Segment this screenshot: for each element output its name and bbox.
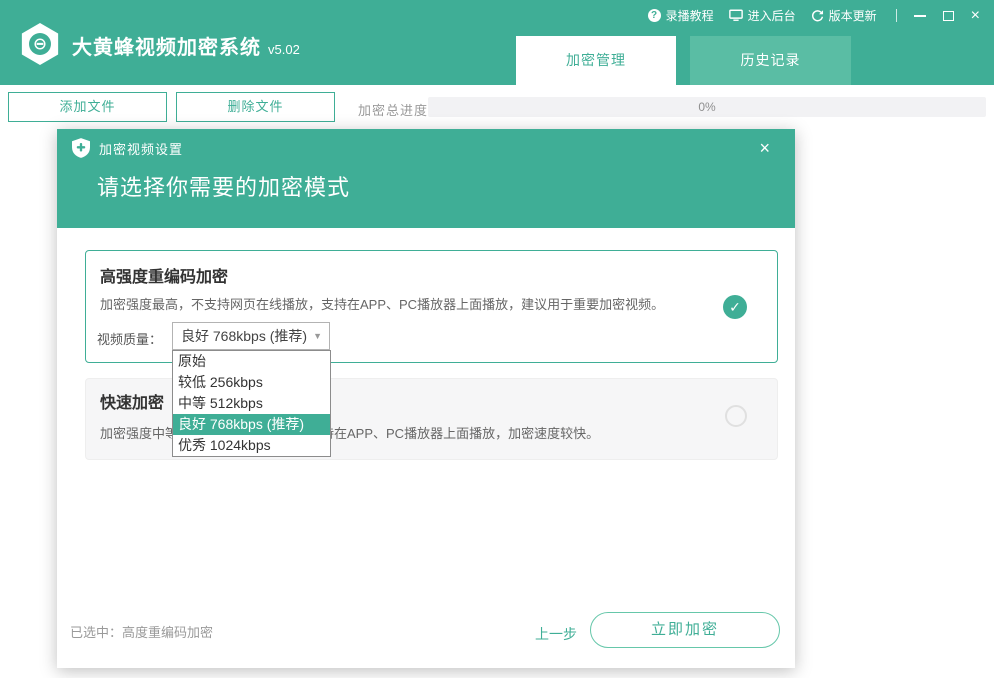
selected-mode-status: 已选中：高度重编码加密 — [70, 622, 213, 641]
minimize-icon[interactable] — [914, 15, 926, 17]
chevron-down-icon: ▼ — [313, 323, 322, 349]
backend-link[interactable]: 进入后台 — [729, 7, 796, 24]
dropdown-option-original[interactable]: 原始 — [173, 351, 330, 372]
video-quality-dropdown: 原始 较低 256kbps 中等 512kbps 良好 768kbps (推荐)… — [172, 350, 331, 457]
dialog-title: 加密视频设置 — [99, 139, 183, 158]
shield-plus-icon — [72, 138, 90, 158]
monitor-icon — [729, 9, 743, 22]
app-version: v5.02 — [268, 42, 300, 57]
update-link[interactable]: 版本更新 — [811, 7, 877, 24]
app-window: ? 录播教程 进入后台 版本更新 × — [0, 0, 994, 678]
app-logo-hexagon-icon — [20, 23, 60, 65]
delete-file-button[interactable]: 删除文件 — [176, 92, 335, 122]
dialog-title-row: 加密视频设置 — [72, 138, 183, 158]
app-title: 大黄蜂视频加密系统 v5.02 — [72, 31, 300, 60]
close-window-icon[interactable]: × — [971, 9, 980, 23]
dropdown-option-excellent[interactable]: 优秀 1024kbps — [173, 435, 330, 456]
option-description: 加密强度最高，不支持网页在线播放，支持在APP、PC播放器上面播放，建议用于重要… — [100, 294, 664, 313]
tab-history[interactable]: 历史记录 — [690, 36, 851, 85]
dialog-close-icon[interactable]: × — [759, 138, 770, 159]
tab-encryption-management[interactable]: 加密管理 — [516, 36, 676, 85]
maximize-icon[interactable] — [943, 11, 954, 21]
video-quality-select[interactable]: 良好 768kbps (推荐) ▼ — [172, 322, 330, 350]
question-circle-icon: ? — [648, 9, 661, 22]
total-progress-bar: 0% — [428, 97, 986, 117]
app-title-text: 大黄蜂视频加密系统 — [72, 37, 261, 59]
encrypt-now-button[interactable]: 立即加密 — [590, 612, 780, 648]
unselected-radio-icon[interactable] — [725, 405, 747, 427]
dialog-header: 加密视频设置 × 请选择你需要的加密模式 — [57, 129, 795, 228]
tutorial-link[interactable]: ? 录播教程 — [648, 7, 714, 24]
dropdown-option-medium[interactable]: 中等 512kbps — [173, 393, 330, 414]
video-quality-label: 视频质量： — [97, 329, 162, 348]
update-link-label: 版本更新 — [829, 7, 877, 24]
refresh-icon — [811, 9, 824, 22]
app-header: ? 录播教程 进入后台 版本更新 × — [0, 0, 994, 85]
add-file-button[interactable]: 添加文件 — [8, 92, 167, 122]
option-title: 快速加密 — [100, 389, 164, 413]
tutorial-link-label: 录播教程 — [666, 7, 714, 24]
window-controls: × — [896, 9, 980, 23]
selected-check-icon[interactable]: ✓ — [723, 295, 747, 319]
option-title: 高强度重编码加密 — [100, 263, 228, 287]
previous-step-link[interactable]: 上一步 — [535, 624, 577, 644]
titlebar-divider — [896, 9, 897, 22]
total-progress-label: 加密总进度 — [358, 100, 428, 119]
dropdown-option-good-recommended[interactable]: 良好 768kbps (推荐) — [173, 414, 330, 435]
dialog-heading: 请选择你需要的加密模式 — [97, 170, 350, 202]
encrypt-settings-dialog: 加密视频设置 × 请选择你需要的加密模式 高强度重编码加密 加密强度最高，不支持… — [57, 129, 795, 668]
titlebar-links: ? 录播教程 进入后台 版本更新 × — [648, 7, 980, 24]
dropdown-option-low[interactable]: 较低 256kbps — [173, 372, 330, 393]
video-quality-selected-value: 良好 768kbps (推荐) — [181, 328, 307, 344]
backend-link-label: 进入后台 — [748, 7, 796, 24]
